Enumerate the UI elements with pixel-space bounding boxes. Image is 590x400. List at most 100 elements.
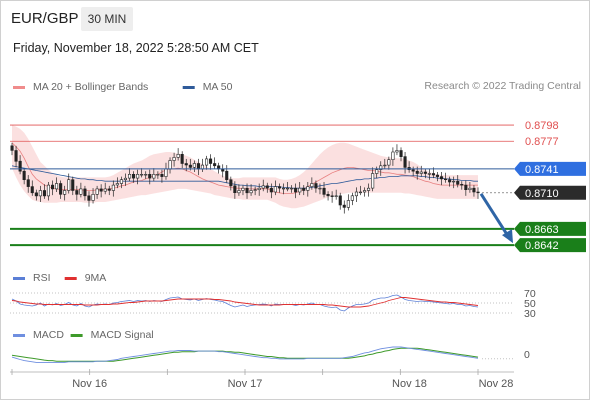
candle-body [50,184,55,190]
candle-body [423,171,427,174]
candle-body [38,190,42,197]
candle-body [140,174,144,176]
legend-swatch [13,334,25,337]
candle-body [366,187,371,191]
timeframe-badge[interactable]: 30 MIN [81,7,133,31]
candle-body [435,174,440,177]
candle-body [452,180,456,183]
candle-body [387,159,391,166]
candle-body [285,187,290,190]
legend-swatch [64,277,77,280]
candle-body [156,174,160,176]
x-axis: Nov 16 Nov 17 Nov 18 Nov 28 [10,369,514,390]
legend-swatch [70,334,83,337]
candle-body [334,195,338,197]
candle-body [439,176,444,180]
candle [209,154,213,170]
credit-text: Research © 2022 Trading Central [424,80,581,92]
candle-body [132,174,136,179]
candle-body [18,160,22,172]
candle-body [172,157,176,161]
candle-body [54,183,59,190]
bollinger-band [12,125,478,209]
candle-body [184,163,188,166]
candle-body [241,187,245,191]
macd-tick-label: 0 [524,349,530,361]
pivot-label: 0.8741 [525,164,559,176]
candle-body [306,186,310,191]
candle-body [326,194,330,197]
candle-body [87,195,91,201]
candle-body [427,173,431,175]
candle-body [448,179,452,183]
candle-body [269,187,273,193]
candle-body [136,174,140,179]
candle-body [91,194,95,201]
candle-body [354,191,359,197]
candle-body [383,164,387,167]
candle-body [476,191,480,194]
candle-body [399,150,403,157]
candle-body [148,174,152,179]
candle-body [160,174,164,177]
x-tick-label: Nov 17 [228,378,263,390]
candle-body [164,168,168,177]
candle-body [290,187,294,190]
candle-body [302,187,306,191]
candle [217,162,221,174]
candle-body [464,184,468,191]
candle-body [67,179,71,191]
candle-body [119,179,123,184]
candle-body [249,190,253,194]
candle-body [281,187,286,190]
candle-body [277,186,282,189]
candle-body [229,179,233,187]
candle-body [34,192,38,197]
macd-line [11,346,479,363]
candle-body [209,158,213,164]
candle-body [59,183,63,195]
candle-body [358,191,363,194]
chart-canvas: MA 20 + Bollinger Bands MA 50 RSI 9MA MACD MA… [10,81,586,390]
candle-body [371,173,375,189]
candle-body [411,169,415,172]
rsi-panel: 705030 [10,288,536,320]
candle-body [322,187,326,195]
support-label: 0.8642 [525,240,559,252]
candle-body [152,174,156,179]
candle [338,192,342,210]
candle-body [225,170,229,180]
candle [213,157,217,169]
currency-pair: EUR/GBP [11,10,79,27]
legend-swatch [13,86,25,89]
candle-body [245,187,249,194]
candle-body [330,195,334,197]
candle-body [261,185,265,189]
candle [346,194,350,211]
candle-body [144,174,148,176]
legend-label: MA 20 + Bollinger Bands [33,81,148,93]
candle-body [472,187,476,193]
current-price-label: 0.8710 [525,188,559,200]
x-tick-label: Nov 28 [479,378,514,390]
candle-body [362,190,367,193]
candle-body [75,190,79,195]
candle-body [83,188,87,197]
candle-body [298,187,302,193]
candle-body [205,158,209,166]
candle-body [22,170,26,180]
x-tick-label: Nov 16 [72,378,107,390]
legend-label: MA 50 [203,81,233,93]
candle-body [273,186,277,193]
candle-body [26,179,30,187]
candle-body [468,187,472,190]
candle [342,200,346,214]
candle-body [338,195,342,206]
candle-body [14,150,18,162]
support-label: 0.8663 [525,224,559,236]
candle-body [99,188,103,192]
legend-label: RSI [33,272,51,284]
candle-body [233,185,237,194]
candle-body [10,145,14,151]
x-tick-label: Nov 18 [392,378,427,390]
